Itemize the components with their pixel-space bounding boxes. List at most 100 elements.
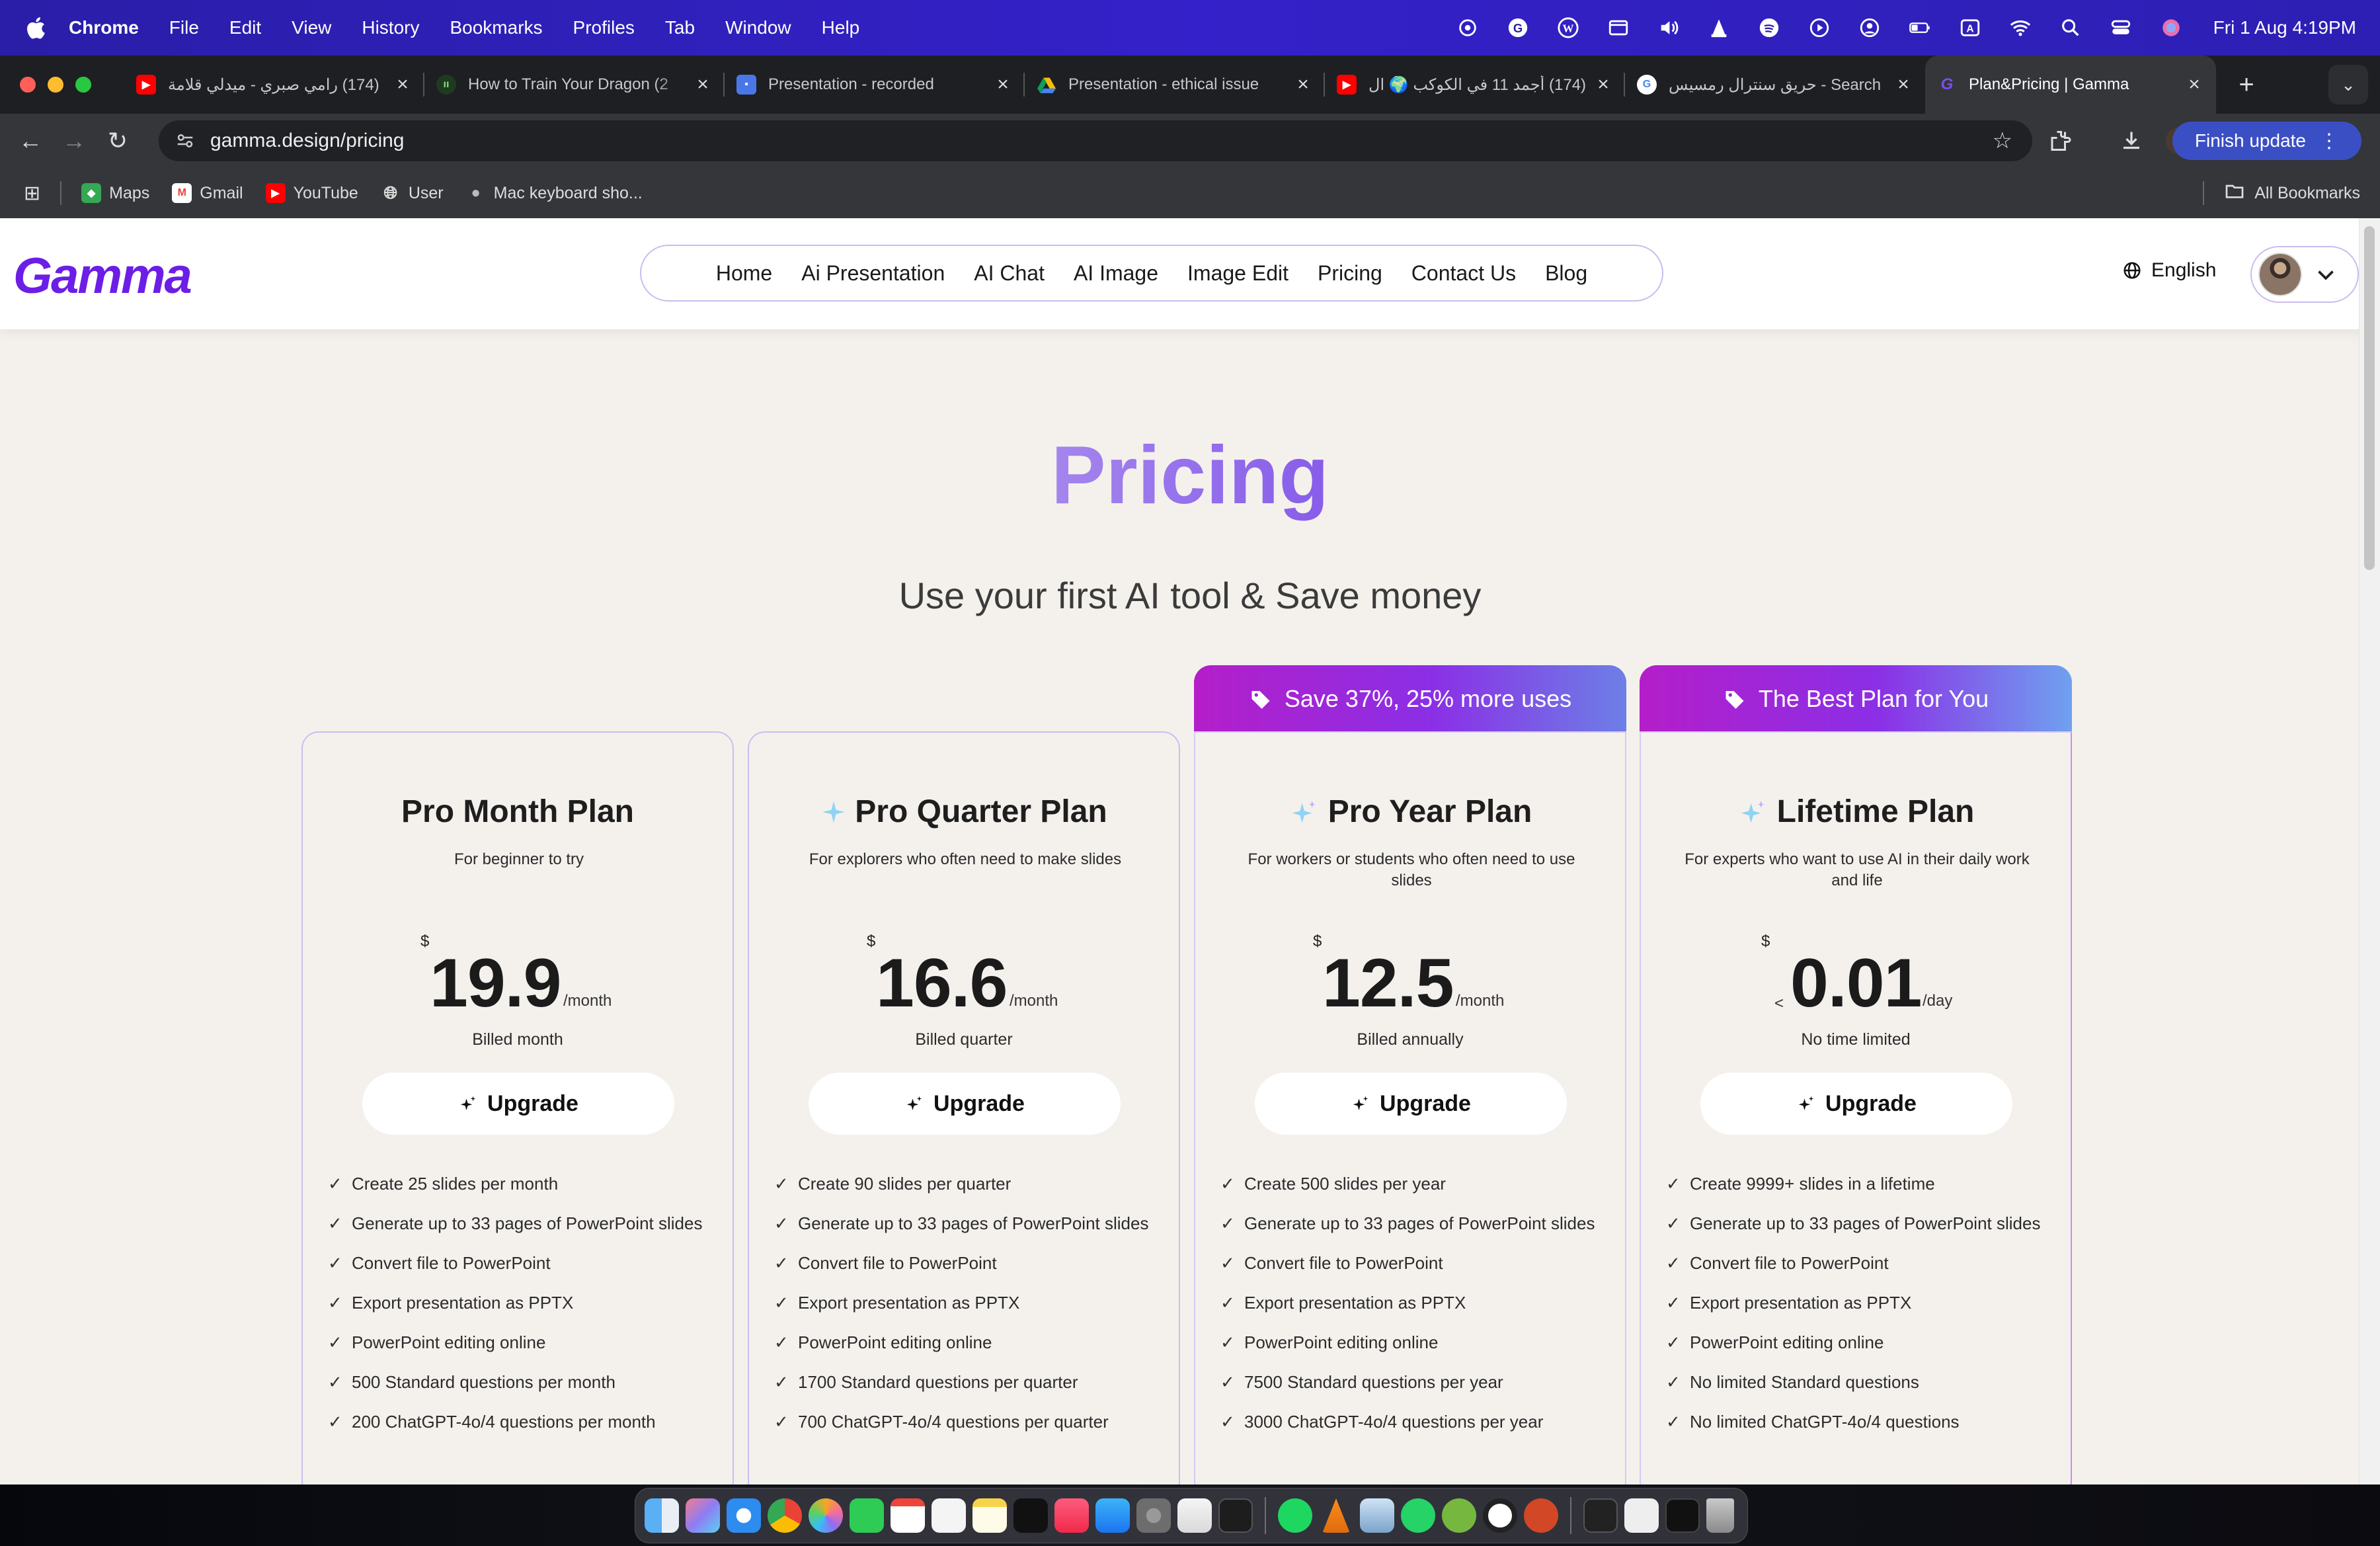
chatgpt-icon[interactable] <box>1483 1498 1517 1533</box>
finder-icon[interactable] <box>645 1498 679 1533</box>
siri-icon[interactable] <box>2159 16 2183 40</box>
close-tab-icon[interactable]: × <box>1593 73 1613 96</box>
window-status-icon[interactable] <box>1606 16 1630 40</box>
zoom-window-button[interactable] <box>75 77 91 93</box>
vlc-status-icon[interactable] <box>1707 16 1731 40</box>
spotify-status-icon[interactable] <box>1757 16 1781 40</box>
wordpress-status-icon[interactable]: W <box>1556 16 1580 40</box>
user-status-icon[interactable] <box>1858 16 1882 40</box>
site-info-icon[interactable] <box>165 131 205 151</box>
bookmark-mac-keyboard[interactable]: ● Mac keyboard sho... <box>466 183 642 203</box>
nav-blog[interactable]: Blog <box>1545 261 1587 286</box>
address-bar[interactable]: gamma.design/pricing ☆ <box>159 120 2032 161</box>
close-tab-icon[interactable]: × <box>993 73 1013 96</box>
tab-search-icon[interactable]: ⌄ <box>2328 65 2368 104</box>
close-window-button[interactable] <box>20 77 36 93</box>
input-source-icon[interactable]: A <box>1958 16 1982 40</box>
spotify-icon[interactable] <box>1278 1498 1312 1533</box>
tab-2[interactable]: ıı How to Train Your Dragon (2 × <box>424 56 725 114</box>
scrollbar-thumb[interactable] <box>2364 226 2375 570</box>
all-bookmarks[interactable]: All Bookmarks <box>2203 181 2360 206</box>
new-tab-button[interactable]: + <box>2233 70 2260 100</box>
whatsapp-icon[interactable] <box>1401 1498 1435 1533</box>
close-tab-icon[interactable]: × <box>1893 73 1913 96</box>
menu-history[interactable]: History <box>362 17 419 38</box>
menu-view[interactable]: View <box>292 17 331 38</box>
photos-icon[interactable] <box>809 1498 843 1533</box>
url-text[interactable]: gamma.design/pricing <box>210 130 404 152</box>
notes-icon[interactable] <box>972 1498 1007 1533</box>
close-tab-icon[interactable]: × <box>2184 73 2204 96</box>
recent-window-icon[interactable] <box>1583 1498 1618 1533</box>
extensions-icon[interactable] <box>2048 114 2072 168</box>
preview-icon[interactable] <box>1360 1498 1394 1533</box>
upgrade-button[interactable]: Upgrade <box>1700 1073 2012 1135</box>
recent-window-icon[interactable] <box>1624 1498 1659 1533</box>
nav-pricing[interactable]: Pricing <box>1318 261 1382 286</box>
clock[interactable]: Fri 1 Aug 4:19PM <box>2213 17 2356 38</box>
bookmark-gmail[interactable]: M Gmail <box>172 183 243 203</box>
menu-window[interactable]: Window <box>725 17 791 38</box>
safari-icon[interactable] <box>727 1498 761 1533</box>
menu-bookmarks[interactable]: Bookmarks <box>450 17 542 38</box>
spotlight-icon[interactable] <box>2059 16 2082 40</box>
close-tab-icon[interactable]: × <box>693 73 713 96</box>
bookmark-user[interactable]: 🌐︎ User <box>381 183 443 203</box>
wifi-icon[interactable] <box>2008 16 2032 40</box>
nav-ai-image[interactable]: AI Image <box>1074 261 1158 286</box>
nav-ai-presentation[interactable]: Ai Presentation <box>801 261 945 286</box>
forward-icon[interactable]: → <box>61 127 87 154</box>
nav-image-edit[interactable]: Image Edit <box>1187 261 1289 286</box>
tab-5[interactable]: ▶ (174) أجمد 11 في الكوكب 🌍 ال × <box>1325 56 1625 114</box>
menu-edit[interactable]: Edit <box>229 17 261 38</box>
bookmark-youtube[interactable]: ▶ YouTube <box>265 183 358 203</box>
reminders-icon[interactable] <box>932 1498 966 1533</box>
tab-4[interactable]: Presentation - ethical issue × <box>1025 56 1325 114</box>
facetime-icon[interactable] <box>850 1498 884 1533</box>
menu-app-name[interactable]: Chrome <box>69 17 139 38</box>
nav-contact-us[interactable]: Contact Us <box>1411 261 1516 286</box>
reload-icon[interactable]: ↻ <box>104 127 131 154</box>
vlc-icon[interactable] <box>1322 1498 1350 1533</box>
tab-6[interactable]: G حريق سنترال رمسيس - Search × <box>1625 56 1925 114</box>
download-icon[interactable] <box>2120 114 2143 168</box>
battery-icon[interactable] <box>1908 16 1932 40</box>
tab-active[interactable]: G Plan&Pricing | Gamma × <box>1925 56 2216 114</box>
keynote-icon[interactable] <box>1177 1498 1212 1533</box>
apple-tv-icon[interactable] <box>1013 1498 1048 1533</box>
menu-profiles[interactable]: Profiles <box>573 17 635 38</box>
system-settings-icon[interactable] <box>1136 1498 1171 1533</box>
upgrade-button[interactable]: Upgrade <box>1255 1073 1567 1135</box>
chatgpt-status-icon[interactable] <box>1456 16 1480 40</box>
upgrade-button[interactable]: Upgrade <box>809 1073 1121 1135</box>
menu-tab[interactable]: Tab <box>665 17 695 38</box>
close-tab-icon[interactable]: × <box>393 73 413 96</box>
back-icon[interactable]: ← <box>17 127 44 154</box>
menu-file[interactable]: File <box>169 17 199 38</box>
app-store-icon[interactable] <box>1095 1498 1130 1533</box>
utorrent-icon[interactable] <box>1442 1498 1476 1533</box>
trash-icon[interactable] <box>1706 1498 1734 1533</box>
grammarly-status-icon[interactable]: G <box>1506 16 1530 40</box>
page-scrollbar[interactable] <box>2359 218 2380 1485</box>
control-center-icon[interactable] <box>2109 16 2133 40</box>
bookmark-maps[interactable]: ◆ Maps <box>81 183 149 203</box>
close-tab-icon[interactable]: × <box>1293 73 1313 96</box>
nav-home[interactable]: Home <box>716 261 772 286</box>
apps-grid-icon[interactable]: ⊞ <box>24 182 40 205</box>
volume-icon[interactable] <box>1657 16 1681 40</box>
minimize-window-button[interactable] <box>48 77 63 93</box>
upgrade-button[interactable]: Upgrade <box>362 1073 674 1135</box>
menu-help[interactable]: Help <box>822 17 860 38</box>
tab-1[interactable]: ▶ (174) رامي صبري - ميدلي قلامة × <box>124 56 424 114</box>
finish-update-button[interactable]: Finish update ⋮ <box>2172 122 2361 160</box>
music-icon[interactable] <box>1054 1498 1089 1533</box>
nav-ai-chat[interactable]: AI Chat <box>974 261 1045 286</box>
bookmark-star-icon[interactable]: ☆ <box>1993 128 2012 154</box>
apple-icon[interactable] <box>24 15 46 40</box>
language-selector[interactable]: English <box>2122 259 2216 282</box>
gamma-logo[interactable]: Gamma <box>13 247 192 305</box>
powerpoint-icon[interactable] <box>1524 1498 1558 1533</box>
terminal-icon[interactable] <box>1218 1498 1253 1533</box>
launchpad-icon[interactable] <box>686 1498 720 1533</box>
